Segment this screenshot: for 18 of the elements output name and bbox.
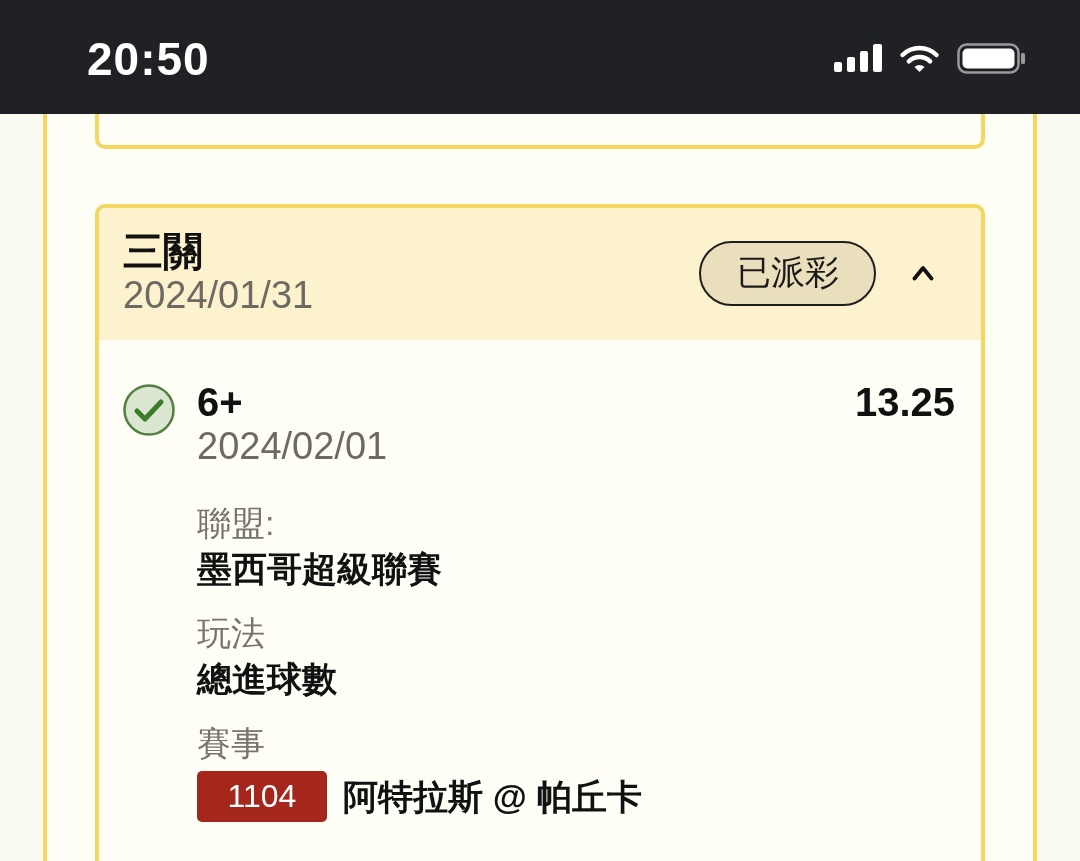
battery-icon bbox=[957, 42, 1025, 74]
selection-name: 6+ bbox=[197, 380, 243, 424]
field-label: 賽事 bbox=[197, 723, 265, 764]
chevron-up-icon[interactable] bbox=[912, 265, 934, 281]
match-teams: 阿特拉斯 @ 帕丘卡 bbox=[343, 775, 642, 818]
field-label: 玩法 bbox=[197, 613, 265, 654]
field-value: 墨西哥超級聯賽 bbox=[197, 548, 442, 590]
field-value: 總進球數 bbox=[197, 658, 337, 700]
bet-date: 2024/01/31 bbox=[123, 273, 314, 317]
status-time: 20:50 bbox=[87, 33, 210, 85]
bet-type-title: 三關 bbox=[123, 229, 203, 273]
signal-icon bbox=[834, 44, 882, 72]
leg-date: 2024/02/01 bbox=[197, 424, 388, 468]
odds-value: 13.25 bbox=[854, 380, 955, 424]
match-number-badge: 1104 bbox=[197, 771, 327, 822]
field-label: 聯盟: bbox=[197, 503, 275, 544]
status-badge: 已派彩 bbox=[699, 240, 876, 306]
wifi-icon bbox=[899, 43, 940, 73]
